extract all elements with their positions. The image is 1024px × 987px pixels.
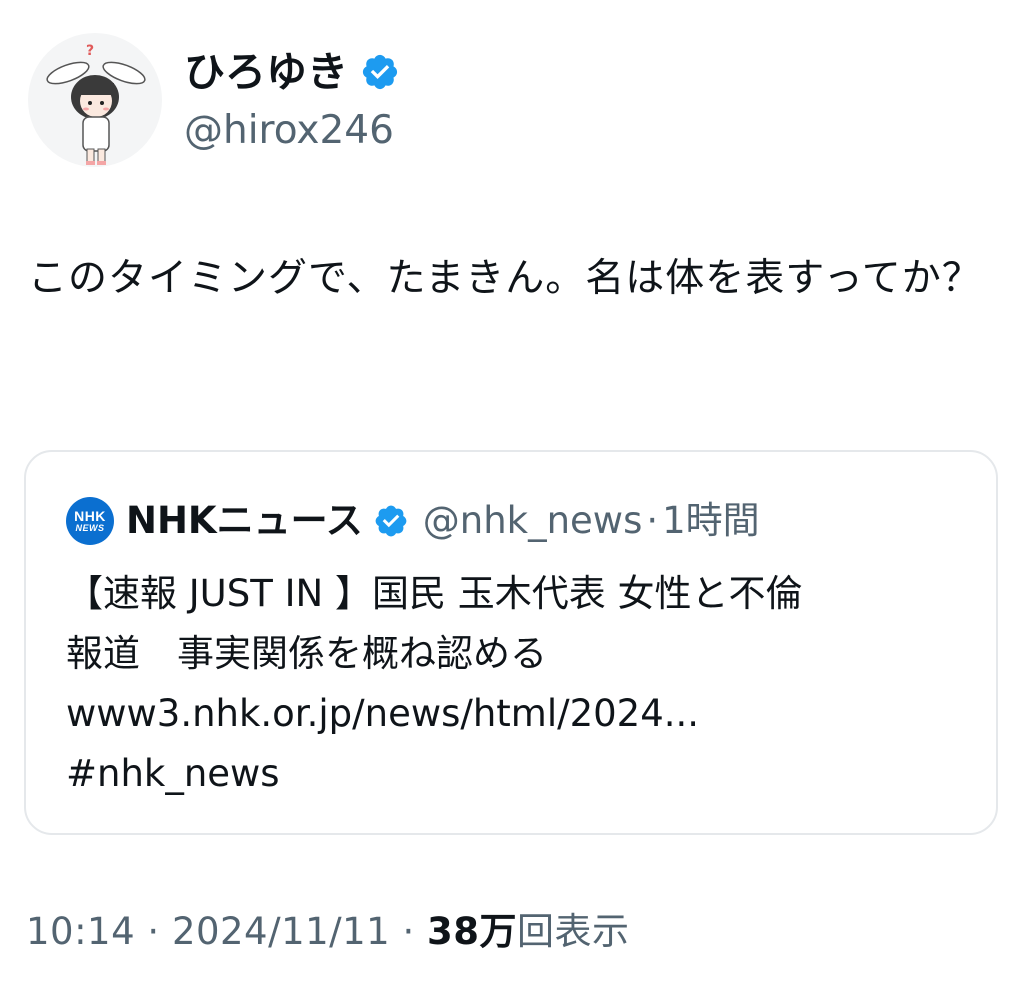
author-avatar[interactable]: ? (28, 33, 162, 167)
quoted-tweet-header: NHK NEWS NHKニュース @nhk_news · 1時間 (66, 496, 760, 546)
quoted-hashtag: #nhk_news (66, 752, 280, 795)
tweet-time[interactable]: 10:14 (26, 910, 135, 953)
verified-badge-icon (362, 54, 398, 90)
svg-text:?: ? (86, 43, 94, 59)
logo-line1: NHK (74, 508, 106, 524)
author-handle[interactable]: @hirox246 (184, 104, 394, 158)
quoted-text-line1: 【速報 JUST IN 】国民 玉木代表 女性と不倫 (66, 572, 803, 615)
separator-dot: · (402, 910, 415, 953)
author-name-text: ひろゆき (184, 48, 348, 96)
quoted-tweet-text: 【速報 JUST IN 】国民 玉木代表 女性と不倫 報道 事実関係を概ね認める… (66, 564, 966, 804)
quoted-verified-badge-icon (375, 505, 407, 537)
quoted-link: www3.nhk.or.jp/news/html/2024... (66, 692, 700, 735)
author-name[interactable]: ひろゆき (184, 44, 400, 100)
quoted-timestamp[interactable]: 1時間 (662, 496, 760, 546)
tweet: ? ひろゆき @hirox246 このタイミングで、たまきん。名は体を表すってか… (0, 0, 1024, 987)
quoted-author-handle[interactable]: @nhk_news (423, 496, 643, 546)
quoted-author-name[interactable]: NHKニュース (126, 496, 363, 546)
tweet-text: このタイミングで、たまきん。名は体を表すってか？ (28, 256, 982, 301)
quoted-text-line2: 報道 事実関係を概ね認める (66, 632, 547, 675)
tweet-meta: 10:14 · 2024/11/11 · 38万回表示 (26, 902, 630, 962)
separator-dot: · (147, 910, 160, 953)
separator-dot: · (646, 499, 659, 542)
view-count: 38万 (427, 910, 517, 953)
tweet-date[interactable]: 2024/11/11 (172, 910, 390, 953)
view-label: 回表示 (517, 910, 630, 953)
nhk-news-logo-icon[interactable]: NHK NEWS (66, 497, 114, 545)
quoted-tweet-card[interactable]: NHK NEWS NHKニュース @nhk_news · 1時間 【速報 JUS… (24, 450, 998, 835)
logo-line2: NEWS (75, 523, 105, 533)
